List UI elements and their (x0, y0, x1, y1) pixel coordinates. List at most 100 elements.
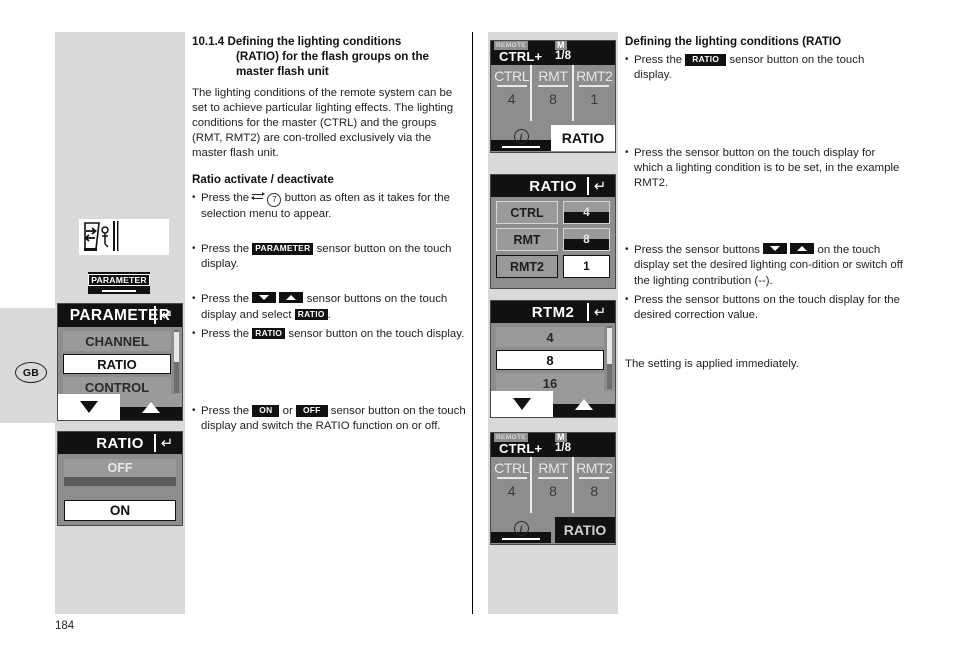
group-cell-rmt[interactable]: RMT 8 (532, 65, 574, 125)
ratio-button-label: RATIO (561, 130, 605, 146)
flash-unit-remote-icon (79, 219, 169, 255)
right-bullet-list: Press the RATIO sensor button on the tou… (625, 52, 905, 323)
bullet-press-swap-button: Press the 7 button as often as it takes … (192, 190, 467, 222)
info-button[interactable]: i (491, 125, 551, 151)
section-heading-line1: 10.1.4 Defining the lighting conditions (192, 35, 402, 48)
lcd-ratio-list-titlebar: RATIO ↵ (491, 175, 615, 197)
group-value: 1 (590, 90, 599, 107)
lcd-scrollbar-thumb[interactable] (174, 332, 179, 362)
bullet-press-arrows-set-condition: Press the sensor buttons on the touch di… (625, 242, 905, 289)
manual-page: GB PARAMETER PARAMETER ↵ CHANNEL RATIO C… (0, 0, 954, 660)
lcd-rtm2-list: 4 8 16 (491, 323, 615, 393)
lcd-overview-topbar: REMOTE CTRL+ M 1/8 (491, 433, 615, 457)
ctrl-plus-label: CTRL+ (499, 441, 543, 456)
return-arrow-icon[interactable]: ↵ (587, 175, 611, 197)
arrow-down-icon (513, 398, 531, 410)
locale-badge: GB (15, 362, 47, 383)
info-button[interactable]: i (491, 517, 551, 543)
arrow-up-icon (142, 402, 160, 413)
lcd-ratio-onoff-title: RATIO (96, 434, 144, 452)
lcd-rtm2-titlebar: RTM2 ↵ (491, 301, 615, 323)
group-cell-rmt2[interactable]: RMT2 8 (574, 457, 615, 517)
lcd-up-arrow-button[interactable] (553, 391, 615, 417)
lcd-overview-bottombar: i RATIO (491, 125, 615, 151)
column-divider (472, 32, 474, 614)
ratio-button-label: RATIO (563, 522, 607, 538)
lcd-rtm2-value-picker[interactable]: RTM2 ↵ 4 8 16 (490, 300, 616, 418)
lcd-parameter-menu[interactable]: PARAMETER ↵ CHANNEL RATIO CONTROL (57, 303, 183, 421)
lcd-overview-bottom[interactable]: REMOTE CTRL+ M 1/8 CTRL 4 RMT 8 RMT2 8 i… (490, 432, 616, 545)
group-cell-rmt2[interactable]: RMT2 1 (574, 65, 615, 125)
ratio-keycap: RATIO (252, 327, 286, 340)
ratio-row-value[interactable]: 4 (563, 201, 610, 224)
bullet-press-parameter: Press the PARAMETER sensor button on the… (192, 241, 467, 272)
parameter-key-graphic: PARAMETER (88, 272, 150, 294)
return-arrow-icon[interactable]: ↵ (587, 301, 611, 323)
bullet-press-ratio-button: Press the RATIO sensor button on the tou… (625, 52, 905, 83)
bullet-press-on-off: Press the ON or OFF sensor button on the… (192, 403, 467, 434)
section-heading: 10.1.4 Defining the lighting conditions … (192, 34, 467, 80)
lcd-rtm2-title: RTM2 (531, 303, 575, 321)
ratio-row-ctrl[interactable]: CTRL 4 (496, 201, 610, 224)
lcd-parameter-titlebar: PARAMETER ↵ (58, 304, 182, 327)
left-bullet-list: Press the 7 button as often as it takes … (192, 190, 467, 435)
lcd-overview-groups: CTRL 4 RMT 8 RMT2 1 (491, 65, 615, 125)
lcd-rtm2-item-8[interactable]: 8 (496, 350, 604, 370)
left-text-column: 10.1.4 Defining the lighting conditions … (192, 34, 467, 434)
lcd-ratio-onoff[interactable]: RATIO ↵ OFF ON (57, 431, 183, 526)
group-cell-rmt[interactable]: RMT 8 (532, 457, 574, 517)
lcd-up-arrow-button[interactable] (120, 394, 182, 420)
lcd-arrow-button-row (491, 391, 615, 417)
lcd-scrollbar[interactable] (607, 326, 612, 389)
ratio-row-rmt[interactable]: RMT 8 (496, 228, 610, 251)
group-cell-ctrl[interactable]: CTRL 4 (491, 65, 533, 125)
return-arrow-icon[interactable]: ↵ (154, 432, 178, 454)
lcd-arrow-button-row (58, 394, 182, 420)
arrow-down-icon (80, 401, 98, 413)
reference-number-7: 7 (267, 192, 282, 207)
mode-m-label: M (555, 432, 567, 442)
lcd-scrollbar[interactable] (174, 330, 179, 393)
lcd-rtm2-item-4[interactable]: 4 (496, 327, 604, 347)
group-name: RMT (538, 68, 568, 84)
lcd-option-off[interactable]: OFF (64, 459, 176, 477)
lcd-rtm2-item-16[interactable]: 16 (496, 373, 604, 393)
group-value: 8 (549, 90, 557, 107)
on-keycap: ON (252, 405, 280, 417)
ratio-button[interactable]: RATIO (555, 517, 615, 543)
lcd-down-arrow-button[interactable] (58, 394, 120, 420)
lcd-menu-item-channel[interactable]: CHANNEL (63, 331, 171, 351)
right-heading: Defining the lighting conditions (RATIO (625, 35, 842, 48)
group-name: CTRL (494, 460, 530, 476)
lcd-ratio-list-title: RATIO (529, 177, 577, 195)
lcd-overview-top[interactable]: REMOTE CTRL+ M 1/8 CTRL 4 RMT 8 RMT2 1 i… (490, 40, 616, 153)
intro-paragraph: The lighting conditions of the remote sy… (192, 86, 454, 160)
arrow-down-keycap (252, 292, 277, 304)
page-number: 184 (55, 620, 75, 632)
lcd-overview-bottombar: i RATIO (491, 517, 615, 543)
parameter-key-underline (102, 289, 136, 292)
power-level-label: 1/8 (555, 442, 571, 454)
power-level-label: 1/8 (555, 50, 571, 62)
group-name: RMT (538, 460, 568, 476)
lcd-ratio-group-list[interactable]: RATIO ↵ CTRL 4 RMT 8 RMT2 1 (490, 174, 616, 289)
ratio-keycap: RATIO (294, 308, 328, 321)
group-cell-ctrl[interactable]: CTRL 4 (491, 457, 533, 517)
lcd-ratio-onoff-body: OFF ON (58, 454, 182, 521)
arrow-up-keycap (790, 243, 815, 255)
lcd-down-arrow-button[interactable] (491, 391, 553, 417)
right-text-column: Defining the lighting conditions (RATIO … (625, 34, 905, 372)
lcd-option-on[interactable]: ON (64, 500, 176, 521)
lcd-menu-item-ratio[interactable]: RATIO (63, 354, 171, 374)
ratio-row-rmt2[interactable]: RMT2 1 (496, 255, 610, 278)
return-arrow-icon[interactable]: ↵ (154, 304, 178, 326)
group-name: RMT2 (576, 460, 613, 476)
ratio-row-value[interactable]: 8 (563, 228, 610, 251)
lcd-scrollbar-thumb[interactable] (607, 328, 612, 364)
ratio-row-value[interactable]: 1 (563, 255, 610, 278)
ctrl-plus-label: CTRL+ (499, 49, 543, 64)
lcd-overview-groups: CTRL 4 RMT 8 RMT2 8 (491, 457, 615, 517)
ratio-button[interactable]: RATIO (551, 125, 615, 151)
group-value: 8 (590, 482, 599, 499)
closing-note: The setting is applied immediately. (625, 358, 799, 371)
